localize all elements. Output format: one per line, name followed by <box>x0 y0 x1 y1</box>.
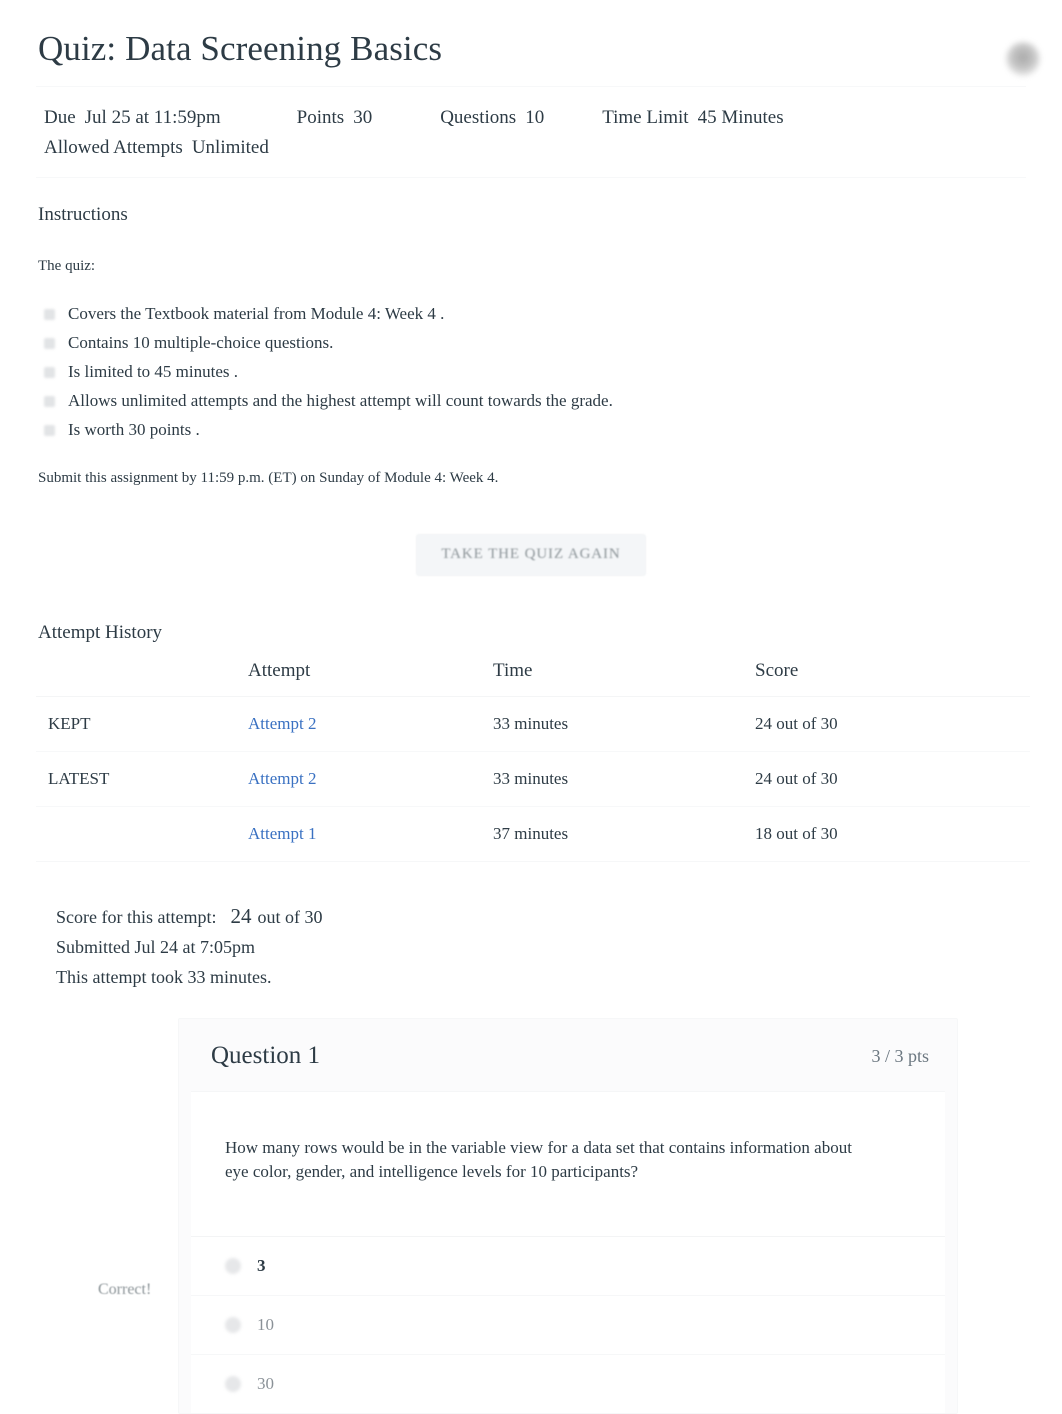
answer-label: 30 <box>257 1374 274 1393</box>
answer-label: 10 <box>257 1315 274 1334</box>
row-score-cell: 24 out of 30 <box>755 751 1030 807</box>
row-time-cell: 37 minutes <box>493 806 755 861</box>
questions-value: 10 <box>525 107 545 128</box>
list-item-label: Is worth 30 points . <box>68 420 200 439</box>
instructions-heading: Instructions <box>38 204 128 225</box>
answer-result-tag: Correct! <box>98 1281 152 1298</box>
attempt-history-head: Attempt Time Score <box>36 660 1030 697</box>
row-status-label: LATEST <box>36 751 248 807</box>
row-attempt-cell: Attempt 1 <box>248 806 493 861</box>
list-item: Allows unlimited attempts and the highes… <box>44 387 1026 415</box>
list-item: Is limited to 45 minutes . <box>44 358 1026 386</box>
question-card: Question 1 3 / 3 pts How many rows would… <box>178 1018 958 1414</box>
answers-list: 3 10 30 <box>191 1236 945 1413</box>
table-row: LATEST Attempt 2 33 minutes 24 out of 30 <box>36 751 1030 807</box>
table-row: KEPT Attempt 2 33 minutes 24 out of 30 <box>36 696 1030 752</box>
score-suffix: out of 30 <box>257 907 323 927</box>
duration-line: This attempt took 33 minutes. <box>56 967 272 987</box>
quiz-meta: Due Jul 25 at 11:59pm Points 30 Questions 10 T… <box>44 103 1026 163</box>
allowed-attempts-label: Allowed Attempts <box>44 137 183 158</box>
quiz-meta-row-2: Allowed Attempts Unlimited <box>44 133 1026 163</box>
divider-top <box>36 86 1026 87</box>
points-label: Points <box>296 107 345 128</box>
row-attempt-cell: Attempt 2 <box>248 696 493 752</box>
table-header-row: Attempt Time Score <box>36 660 1030 697</box>
attempt-history-heading: Attempt History <box>38 622 163 643</box>
question-header: Question 1 3 / 3 pts <box>179 1019 957 1091</box>
attempt-summary: Score for this attempt: 24 out of 30 Submi… <box>56 901 1026 992</box>
points-value: 30 <box>353 107 373 128</box>
row-time-cell: 33 minutes <box>493 751 755 807</box>
question-body: How many rows would be in the variable v… <box>191 1091 945 1236</box>
submitted-line: Submitted Jul 24 at 7:05pm <box>56 937 256 957</box>
score-value: 24 <box>230 904 252 928</box>
bullet-icon <box>44 396 55 407</box>
take-quiz-again-button[interactable]: TAKE THE QUIZ AGAIN <box>416 534 646 576</box>
list-item: Covers the Textbook material from Module… <box>44 300 1026 328</box>
radio-button-icon[interactable] <box>225 1317 241 1333</box>
column-header-score: Score <box>755 660 799 681</box>
list-item: Is worth 30 points . <box>44 416 1026 444</box>
page-title: Quiz: Data Screening Basics <box>38 29 443 68</box>
answer-option[interactable]: 10 <box>191 1295 945 1354</box>
row-attempt-cell: Attempt 2 <box>248 751 493 807</box>
column-header-time: Time <box>493 660 533 681</box>
quiz-meta-row-1: Due Jul 25 at 11:59pm Points 30 Questions 10 T… <box>44 103 1026 133</box>
bullet-icon <box>44 367 55 378</box>
answer-option[interactable]: 3 <box>191 1236 945 1295</box>
answer-label: 3 <box>257 1256 266 1275</box>
list-item-label: Is limited to 45 minutes . <box>68 362 238 381</box>
column-header-blank <box>36 660 248 697</box>
attempt-link[interactable]: Attempt 2 <box>248 714 316 733</box>
row-score-cell: 24 out of 30 <box>755 696 1030 752</box>
bullet-icon <box>44 309 55 320</box>
list-item-label: Allows unlimited attempts and the highes… <box>68 391 613 410</box>
instructions-list: Covers the Textbook material from Module… <box>36 300 1026 444</box>
list-item-label: Contains 10 multiple-choice questions. <box>68 333 334 352</box>
list-item: Contains 10 multiple-choice questions. <box>44 329 1026 357</box>
instructions-intro-text: The quiz: <box>38 258 96 274</box>
question-region: Question 1 3 / 3 pts How many rows would… <box>36 1018 1026 1414</box>
question-title: Question 1 <box>211 1042 321 1069</box>
time-limit-label: Time Limit <box>602 107 689 128</box>
bullet-icon <box>44 338 55 349</box>
table-footer-divider <box>36 861 1030 895</box>
answer-option[interactable]: 30 <box>191 1354 945 1413</box>
attempt-link[interactable]: Attempt 2 <box>248 769 316 788</box>
row-time-cell: 33 minutes <box>493 696 755 752</box>
question-points: 3 / 3 pts <box>871 1045 929 1066</box>
submit-note: Submit this assignment by 11:59 p.m. (ET… <box>38 470 499 486</box>
row-score-cell: 18 out of 30 <box>755 806 1030 861</box>
due-value: Jul 25 at 11:59pm <box>84 107 221 128</box>
attempt-history-body: KEPT Attempt 2 33 minutes 24 out of 30 L… <box>36 696 1030 861</box>
row-status-label <box>36 806 248 861</box>
questions-label: Questions <box>440 107 517 128</box>
row-status-label: KEPT <box>36 696 248 752</box>
attempt-history-table: Attempt Time Score KEPT Attempt 2 33 min… <box>36 660 1030 861</box>
table-row: Attempt 1 37 minutes 18 out of 30 <box>36 806 1030 861</box>
time-limit-value: 45 Minutes <box>697 107 784 128</box>
instructions-intro: The quiz: <box>38 256 1026 276</box>
divider-meta <box>36 177 1026 178</box>
question-text: How many rows would be in the variable v… <box>225 1138 852 1181</box>
radio-button-icon[interactable] <box>225 1376 241 1392</box>
due-label: Due <box>44 107 76 128</box>
attempt-link[interactable]: Attempt 1 <box>248 824 316 843</box>
score-label: Score for this attempt: <box>56 907 217 927</box>
score-line: Score for this attempt: 24 out of 30 <box>56 901 1026 932</box>
list-item-label: Covers the Textbook material from Module… <box>68 304 445 323</box>
allowed-attempts-value: Unlimited <box>191 137 269 158</box>
quiz-page: Quiz: Data Screening Basics Due Jul 25 at… <box>0 28 1062 1414</box>
bullet-icon <box>44 425 55 436</box>
user-avatar-icon[interactable] <box>1006 42 1040 76</box>
radio-button-icon[interactable] <box>225 1258 241 1274</box>
take-quiz-again-wrapper: TAKE THE QUIZ AGAIN <box>36 534 1026 576</box>
column-header-attempt: Attempt <box>248 660 311 681</box>
